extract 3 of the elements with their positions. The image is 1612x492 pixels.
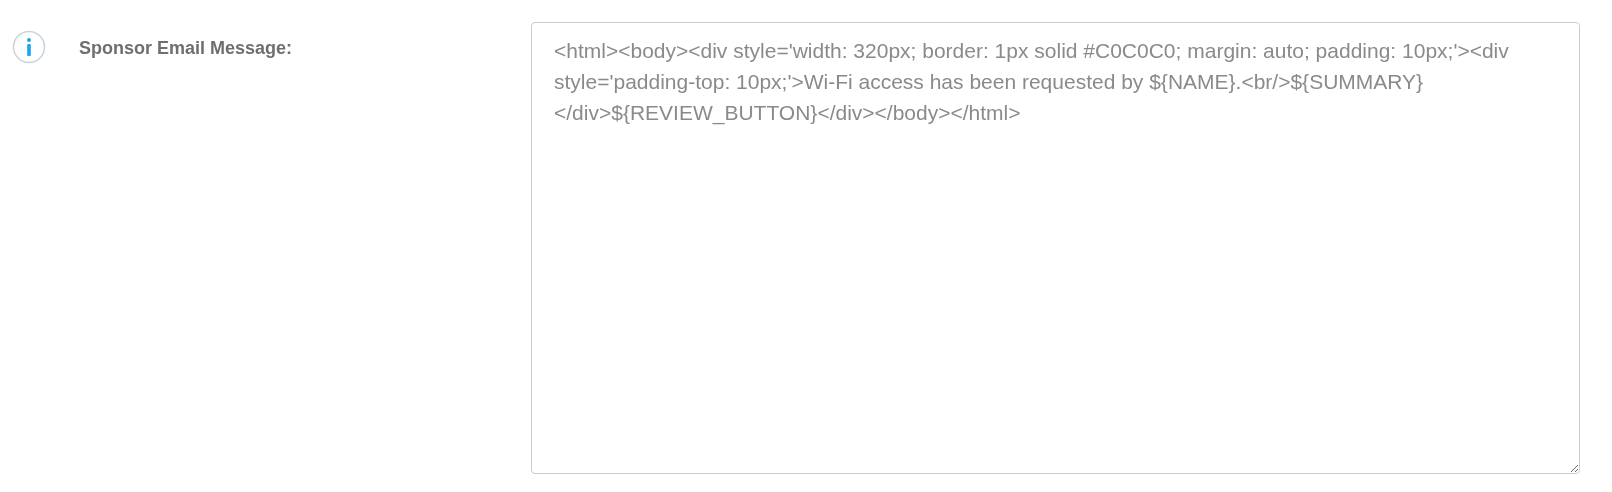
field-label: Sponsor Email Message:: [79, 37, 293, 60]
message-field[interactable]: <html><body><div style='width: 320px; border: 1px solid #C0C0C0; margin: auto; padding: 10px;'><div style='padding-top: 10px;'>Wi-Fi access has been requested by ${NAME}.<br/>${SUMMARY}</div>${REVIEW_BUTTON}</div></body></html>: [531, 22, 1580, 474]
info-icon[interactable]: [12, 30, 46, 64]
